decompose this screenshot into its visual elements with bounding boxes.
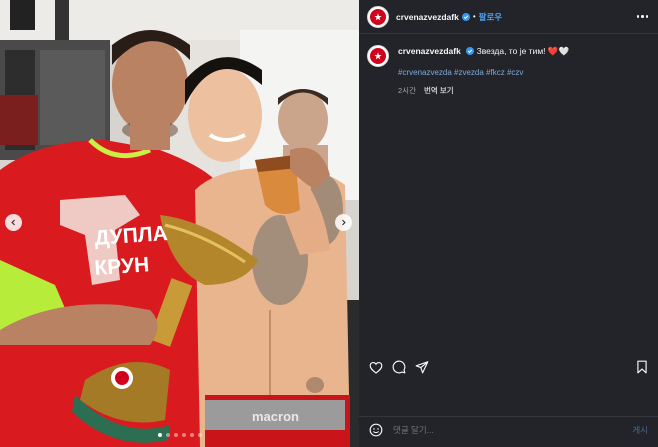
translate-link[interactable]: 번역 보기 (424, 85, 454, 97)
heart-icon[interactable] (369, 361, 383, 374)
caption-emoji: ❤️🤍 (547, 46, 570, 56)
comment-bar: 게시 (369, 423, 648, 437)
club-crest-icon (370, 48, 386, 64)
avatar[interactable] (367, 45, 389, 67)
comment-input[interactable] (393, 425, 633, 435)
chevron-right-icon (342, 219, 346, 226)
more-options-icon[interactable] (636, 15, 648, 18)
verified-icon (461, 12, 470, 21)
carousel-dot (173, 433, 178, 437)
carousel-dot (197, 433, 202, 437)
caption-username[interactable]: crvenazvezdafk (398, 46, 461, 56)
follow-button[interactable]: 팔로우 (479, 11, 502, 23)
bookmark-icon[interactable] (636, 360, 648, 374)
post-actions (369, 360, 648, 374)
post-photo: macron ДУПЛА КРУН (0, 0, 359, 447)
post-media[interactable]: macron ДУПЛА КРУН (0, 0, 359, 447)
verified-icon (466, 47, 475, 55)
post-caption: crvenazvezdafk Звезда, то је тим! ❤️🤍 #c… (367, 45, 648, 97)
emoji-icon[interactable] (369, 423, 383, 437)
next-photo-button[interactable] (335, 214, 352, 231)
carousel-dot (189, 433, 194, 437)
username[interactable]: crvenazvezdafk (396, 12, 459, 22)
carousel-indicator (0, 433, 359, 437)
previous-photo-button[interactable] (5, 214, 22, 231)
shorts-brand-text: macron (252, 409, 299, 424)
post-time[interactable]: 2시간 (398, 85, 416, 97)
divider (359, 416, 658, 417)
separator-dot: • (472, 12, 476, 21)
post-comment-button[interactable]: 게시 (632, 424, 648, 436)
carousel-dot (165, 433, 170, 437)
avatar[interactable] (367, 5, 389, 28)
chevron-left-icon (11, 219, 15, 226)
club-crest-icon (370, 8, 386, 25)
jersey-text-line2: КРУН (94, 253, 150, 280)
hashtags[interactable]: #crvenazvezda #zvezda #fkcz #czv (398, 67, 569, 79)
post-side-panel: crvenazvezdafk • 팔로우 crvenazvezdafk Звез… (359, 0, 658, 447)
carousel-dot (181, 433, 186, 437)
caption-text: Звезда, то је тим! (476, 46, 546, 56)
post-header: crvenazvezdafk • 팔로우 (359, 0, 658, 34)
comment-icon[interactable] (392, 360, 406, 374)
carousel-dot (157, 433, 162, 437)
share-icon[interactable] (415, 360, 429, 374)
